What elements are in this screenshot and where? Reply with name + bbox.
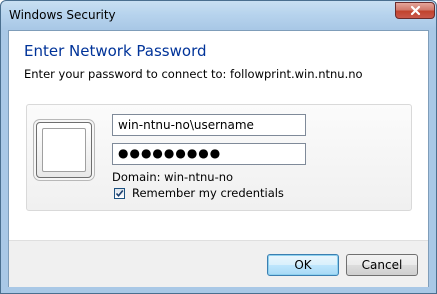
close-icon bbox=[410, 5, 421, 16]
checkmark-icon bbox=[115, 189, 124, 198]
title-bar[interactable]: Windows Security bbox=[1, 1, 436, 30]
dialog-subheading: Enter your password to connect to: follo… bbox=[24, 67, 363, 81]
remember-credentials-checkbox[interactable] bbox=[114, 188, 125, 199]
windows-security-dialog: Windows Security Enter Network Password … bbox=[0, 0, 437, 294]
button-bar: OK Cancel bbox=[9, 240, 428, 287]
credential-panel: win-ntnu-no\username ●●●●●●●●● Domain: w… bbox=[26, 104, 412, 211]
dialog-body: Enter Network Password Enter your passwo… bbox=[8, 30, 429, 287]
window-title: Windows Security bbox=[9, 8, 116, 22]
ok-button[interactable]: OK bbox=[267, 254, 339, 276]
dialog-heading: Enter Network Password bbox=[24, 42, 207, 60]
user-tile-icon bbox=[36, 122, 92, 178]
username-input[interactable]: win-ntnu-no\username bbox=[112, 114, 306, 136]
domain-label: Domain: win-ntnu-no bbox=[112, 170, 234, 184]
password-input[interactable]: ●●●●●●●●● bbox=[112, 143, 306, 165]
cancel-button[interactable]: Cancel bbox=[346, 254, 418, 276]
user-tile-picture bbox=[42, 128, 86, 172]
remember-credentials-label: Remember my credentials bbox=[132, 186, 284, 200]
close-button[interactable] bbox=[395, 2, 435, 19]
